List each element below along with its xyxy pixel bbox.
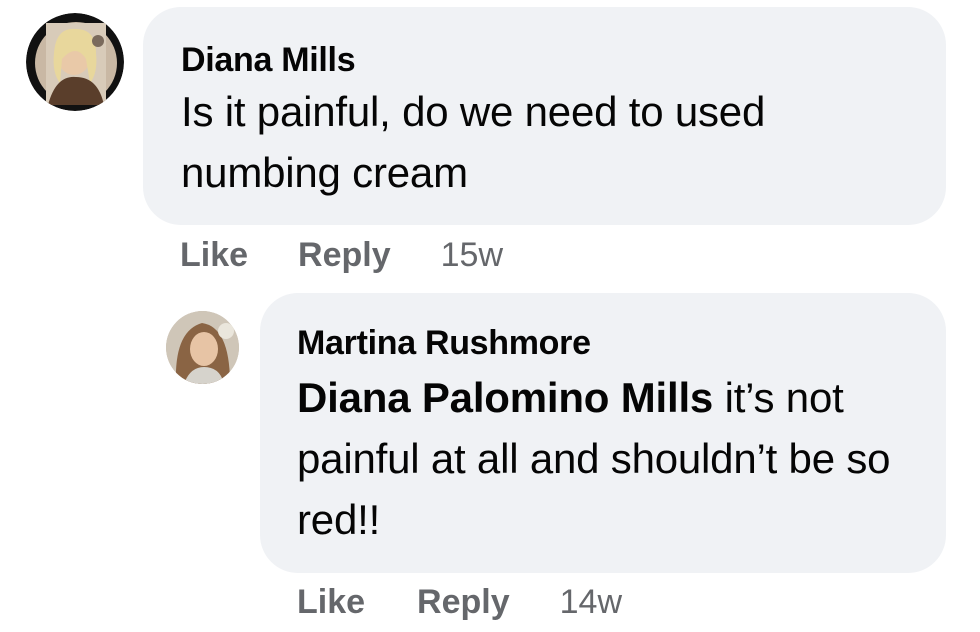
like-button[interactable]: Like: [297, 582, 365, 622]
like-button[interactable]: Like: [180, 235, 248, 275]
comment-text: Is it painful, do we need to used numbin…: [181, 88, 766, 196]
comment-actions: Like Reply 14w: [297, 582, 622, 622]
reply-button[interactable]: Reply: [298, 235, 391, 275]
profile-photo-icon: [26, 13, 124, 111]
mention-link[interactable]: Diana Palomino Mills: [297, 374, 713, 421]
reply-button[interactable]: Reply: [417, 582, 510, 622]
comment-text: Diana Palomino Mills it’s not painful at…: [297, 367, 922, 550]
profile-photo-icon: [166, 311, 239, 384]
reply-bubble: Martina Rushmore Diana Palomino Mills it…: [260, 293, 946, 573]
comment-bubble: Diana Mills Is it painful, do we need to…: [143, 7, 946, 225]
comment-actions: Like Reply 15w: [180, 235, 503, 275]
avatar[interactable]: [166, 311, 239, 384]
avatar[interactable]: [26, 13, 124, 111]
comment-author[interactable]: Martina Rushmore: [297, 323, 946, 363]
timestamp[interactable]: 15w: [441, 235, 503, 275]
timestamp[interactable]: 14w: [560, 582, 622, 622]
comment-author[interactable]: Diana Mills: [181, 40, 946, 80]
